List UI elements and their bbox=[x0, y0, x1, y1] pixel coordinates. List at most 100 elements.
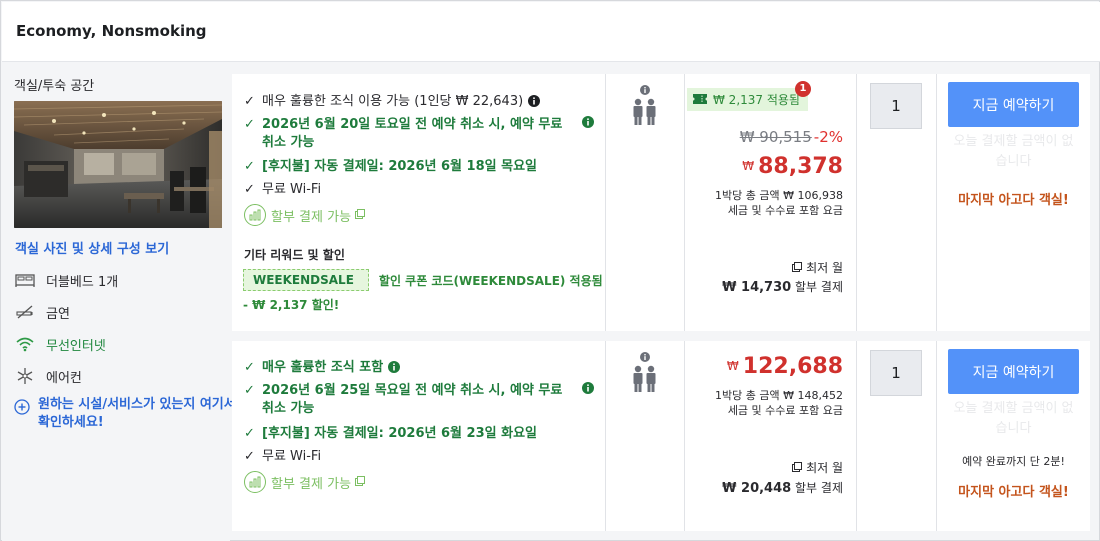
info-icon[interactable] bbox=[388, 361, 401, 373]
check-icon: ✓ bbox=[244, 383, 255, 398]
monthly-payment: ₩ 20,448 할부 결제 bbox=[722, 479, 843, 496]
amenity-wifi: 무선인터넷 bbox=[14, 333, 106, 355]
coupon-applied-badge: ₩ 2,137 적용됨 bbox=[687, 88, 808, 111]
currency-symbol: ₩ bbox=[726, 359, 739, 373]
info-icon[interactable] bbox=[582, 382, 594, 394]
time-to-book-note: 예약 완료까지 단 2분! bbox=[962, 455, 1065, 468]
offer-card-2: ✓ 매우 훌륭한 조식 포함 ✓ 2026년 6월 25일 목요일 전 예약 취… bbox=[232, 341, 1090, 531]
installment-info[interactable]: 할부 결제 가능 bbox=[244, 471, 366, 493]
discount-percent: -2% bbox=[813, 128, 843, 146]
crossed-out-price: ₩ 90,515 bbox=[739, 128, 812, 146]
reward-title: 기타 리워드 및 할인 bbox=[244, 248, 345, 262]
installment-label: 할부 결제 가능 bbox=[271, 476, 352, 492]
info-icon[interactable] bbox=[640, 84, 650, 99]
notification-badge: 1 bbox=[795, 81, 811, 97]
benefit-text: 무료 Wi-Fi bbox=[262, 182, 322, 197]
monthly-amount: ₩ 20,448 bbox=[722, 481, 792, 496]
installment-chart-icon bbox=[244, 471, 266, 493]
price-value: 122,688 bbox=[742, 354, 843, 379]
benefit-text: 2026년 6월 25일 목요일 전 예약 취소 시, 예약 무료 취소 가능 bbox=[262, 383, 563, 416]
room-quantity-select[interactable]: 1 bbox=[870, 350, 922, 396]
ticket-icon bbox=[693, 93, 707, 107]
check-icon: ✓ bbox=[244, 449, 255, 464]
monthly-suffix: 할부 결제 bbox=[795, 481, 843, 495]
room-type-title: Economy, Nonsmoking bbox=[16, 22, 207, 40]
room-info-column: 객실/투숙 공간 객실 사진 및 상세 구성 보기 더블베드 1개 금연 무선인… bbox=[2, 63, 236, 541]
coupon-tag: WEEKENDSALE bbox=[243, 269, 369, 291]
no-smoking-icon bbox=[14, 302, 36, 322]
original-price: ₩ 90,515 -2% bbox=[740, 128, 843, 146]
min-monthly-label[interactable]: 최저 월 bbox=[792, 259, 843, 276]
last-room-alert: 마지막 아고다 객실! bbox=[958, 193, 1069, 208]
pay-today-note: 오늘 결제할 금액이 없습니다 bbox=[953, 401, 1074, 436]
benefit-free-cancel: ✓ 2026년 6월 25일 목요일 전 예약 취소 시, 예약 무료 취소 가… bbox=[244, 382, 594, 418]
occupancy-cell bbox=[606, 74, 685, 331]
info-icon[interactable] bbox=[528, 95, 541, 107]
benefit-text: 매우 훌륭한 조식 포함 bbox=[262, 360, 384, 375]
installment-chart-icon bbox=[244, 204, 266, 226]
installment-info[interactable]: 할부 결제 가능 bbox=[244, 204, 366, 226]
offer-card-1: ✓ 매우 훌륭한 조식 이용 가능 (1인당 ₩ 22,643) ✓ 2026년… bbox=[232, 74, 1090, 331]
room-header: Economy, Nonsmoking bbox=[2, 2, 1100, 62]
monthly-payment: ₩ 14,730 할부 결제 bbox=[722, 278, 843, 295]
bed-icon bbox=[14, 270, 36, 290]
benefit-text: [후지불] 자동 결제일: 2026년 6월 18일 목요일 bbox=[262, 159, 537, 174]
facility-link-text: 원하는 시설/서비스가 있는지 여기서 확인하세요! bbox=[38, 397, 236, 430]
room-quantity-select[interactable]: 1 bbox=[870, 83, 922, 129]
current-price: ₩122,688 bbox=[727, 354, 843, 379]
min-month-text: 최저 월 bbox=[806, 461, 843, 475]
min-month-text: 최저 월 bbox=[806, 261, 843, 275]
check-icon: ✓ bbox=[244, 117, 255, 132]
quantity-cell: 1 bbox=[857, 341, 937, 531]
amenity-label: 에어컨 bbox=[46, 370, 82, 386]
quantity-cell: 1 bbox=[857, 74, 937, 331]
benefit-breakfast: ✓ 매우 훌륭한 조식 포함 bbox=[244, 359, 401, 377]
total-per-night: 1박당 총 금액 ₩ 106,938 bbox=[715, 189, 843, 202]
benefit-pay-later: ✓ [후지불] 자동 결제일: 2026년 6월 23일 화요일 bbox=[244, 425, 537, 443]
last-room-alert: 마지막 아고다 객실! bbox=[958, 485, 1069, 500]
coupon-discount-amount: - ₩ 2,137 할인! bbox=[243, 298, 340, 312]
monthly-suffix: 할부 결제 bbox=[795, 280, 843, 294]
benefit-text: 무료 Wi-Fi bbox=[262, 449, 322, 464]
check-icon: ✓ bbox=[244, 360, 255, 375]
pay-today-note: 오늘 결제할 금액이 없습니다 bbox=[953, 134, 1074, 169]
room-label: 객실/투숙 공간 bbox=[14, 79, 95, 94]
book-now-button[interactable]: 지금 예약하기 bbox=[948, 349, 1079, 394]
amenity-aircon: 에어컨 bbox=[14, 365, 82, 387]
amenity-no-smoking: 금연 bbox=[14, 301, 70, 323]
benefit-free-cancel: ✓ 2026년 6월 20일 토요일 전 예약 취소 시, 예약 무료 취소 가… bbox=[244, 116, 594, 152]
benefit-pay-later: ✓ [후지불] 자동 결제일: 2026년 6월 18일 목요일 bbox=[244, 158, 537, 176]
check-icon: ✓ bbox=[244, 94, 255, 109]
applied-amount: ₩ 2,137 적용됨 bbox=[713, 93, 800, 107]
currency-symbol: ₩ bbox=[742, 159, 755, 173]
benefit-wifi: ✓ 무료 Wi-Fi bbox=[244, 448, 321, 466]
benefit-text: [후지불] 자동 결제일: 2026년 6월 23일 화요일 bbox=[262, 426, 537, 441]
room-photo[interactable] bbox=[14, 101, 222, 228]
check-icon: ✓ bbox=[244, 159, 255, 174]
benefit-text: 2026년 6월 20일 토요일 전 예약 취소 시, 예약 무료 취소 가능 bbox=[262, 117, 563, 150]
min-monthly-label[interactable]: 최저 월 bbox=[792, 459, 843, 476]
booking-cell: 지금 예약하기 오늘 결제할 금액이 없습니다 마지막 아고다 객실! bbox=[937, 74, 1090, 331]
benefit-text: 매우 훌륭한 조식 이용 가능 (1인당 ₩ 22,643) bbox=[262, 94, 524, 109]
amenity-label: 무선인터넷 bbox=[46, 338, 106, 354]
offer-benefits: ✓ 매우 훌륭한 조식 포함 ✓ 2026년 6월 25일 목요일 전 예약 취… bbox=[232, 341, 606, 531]
check-icon: ✓ bbox=[244, 182, 255, 197]
external-link-icon bbox=[355, 208, 366, 223]
room-offer-panel: Economy, Nonsmoking 객실/투숙 공간 객실 사진 및 상세 … bbox=[0, 0, 1100, 541]
price-value: 88,378 bbox=[758, 154, 843, 179]
tax-included-note: 세금 및 수수료 포함 요금 bbox=[727, 404, 843, 417]
info-icon[interactable] bbox=[640, 351, 650, 366]
occupancy-cell bbox=[606, 341, 685, 531]
installment-label: 할부 결제 가능 bbox=[271, 209, 352, 225]
room-photo-link[interactable]: 객실 사진 및 상세 구성 보기 bbox=[15, 238, 169, 257]
price-cell: ₩ 2,137 적용됨 1 ₩ 90,515 -2% ₩88,378 1박당 총 … bbox=[685, 74, 857, 331]
monthly-amount: ₩ 14,730 bbox=[722, 280, 792, 295]
two-adults-icon bbox=[632, 98, 658, 130]
book-now-button[interactable]: 지금 예약하기 bbox=[948, 82, 1079, 127]
booking-cell: 지금 예약하기 오늘 결제할 금액이 없습니다 예약 완료까지 단 2분! 마지… bbox=[937, 341, 1090, 531]
facility-search-link[interactable]: 원하는 시설/서비스가 있는지 여기서 확인하세요! bbox=[14, 396, 243, 432]
amenity-bed: 더블베드 1개 bbox=[14, 269, 118, 291]
external-link-icon bbox=[792, 461, 803, 475]
info-icon[interactable] bbox=[582, 116, 594, 128]
offer-benefits: ✓ 매우 훌륭한 조식 이용 가능 (1인당 ₩ 22,643) ✓ 2026년… bbox=[232, 74, 606, 331]
